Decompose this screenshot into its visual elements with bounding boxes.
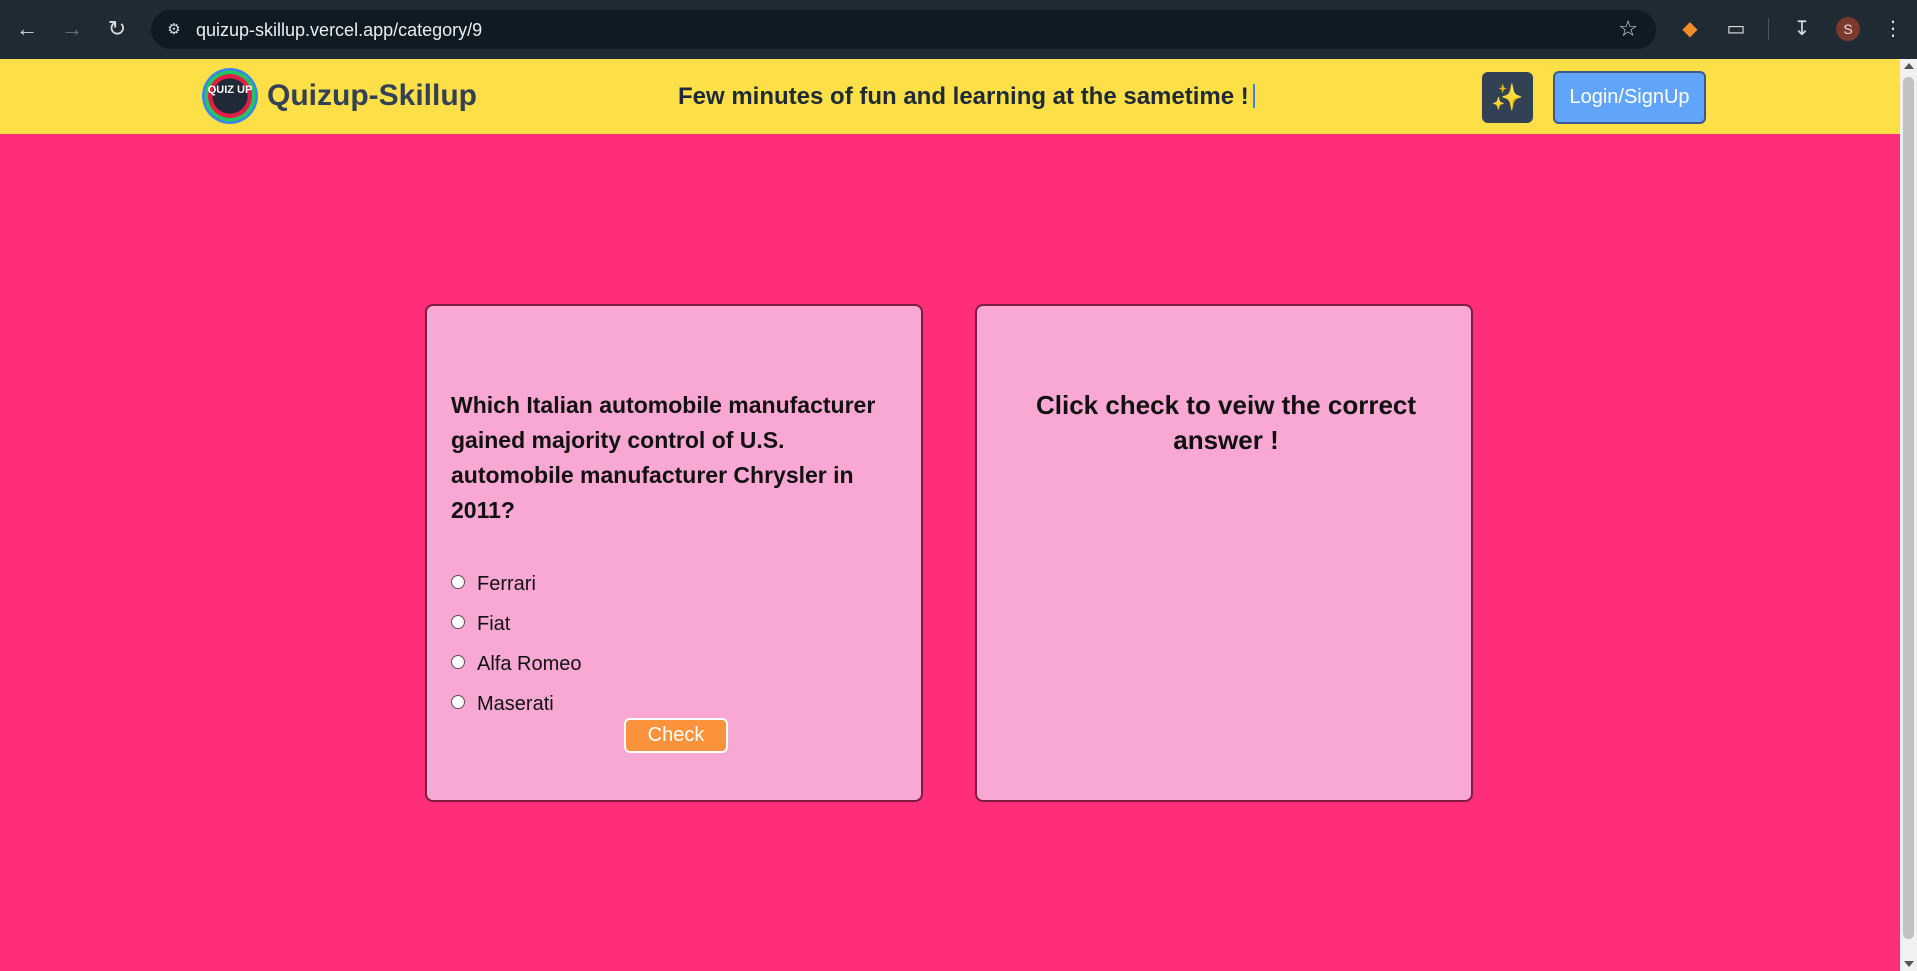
option-fiat[interactable]: Fiat (451, 604, 582, 644)
sparkle-button[interactable]: ✨ (1482, 72, 1533, 123)
sparkle-icon: ✨ (1491, 82, 1524, 112)
option-label[interactable]: Ferrari (477, 573, 536, 596)
option-label[interactable]: Alfa Romeo (477, 653, 582, 676)
question-text: Which Italian automobile manufacturer ga… (451, 392, 876, 523)
back-icon[interactable]: ← (12, 14, 42, 44)
answer-options: Ferrari Fiat Alfa Romeo Maserati (451, 564, 582, 724)
scroll-up-icon[interactable] (1904, 63, 1914, 69)
browser-toolbar: ← → ↻ ⚙ quizup-skillup.vercel.app/catego… (0, 0, 1917, 59)
page-scrollbar[interactable] (1900, 59, 1917, 971)
address-bar[interactable]: ⚙ quizup-skillup.vercel.app/category/9 ☆ (151, 10, 1656, 49)
answer-message: Click check to veiw the correct answer ! (1035, 390, 1417, 455)
brand-title[interactable]: Quizup-Skillup (267, 79, 477, 113)
radio-button[interactable] (451, 615, 465, 629)
option-maserati[interactable]: Maserati (451, 684, 582, 724)
reload-icon[interactable]: ↻ (102, 14, 132, 44)
quizup-logo-icon[interactable]: QUIZ UP (202, 68, 258, 124)
tagline: Few minutes of fun and learning at the s… (678, 83, 1255, 111)
typing-caret (1252, 84, 1255, 108)
forward-icon[interactable]: → (57, 14, 87, 44)
option-label[interactable]: Fiat (477, 613, 510, 636)
radio-button[interactable] (451, 575, 465, 589)
check-button[interactable]: Check (624, 718, 728, 753)
option-ferrari[interactable]: Ferrari (451, 564, 582, 604)
option-alfa-romeo[interactable]: Alfa Romeo (451, 644, 582, 684)
extensions-icon[interactable]: ▭ (1721, 14, 1751, 44)
metamask-fox-icon[interactable]: ◆ (1675, 14, 1705, 44)
radio-button[interactable] (451, 695, 465, 709)
login-signup-button[interactable]: Login/SignUp (1553, 71, 1706, 124)
question-card: Which Italian automobile manufacturer ga… (425, 304, 923, 802)
answer-card: Click check to veiw the correct answer ! (975, 304, 1473, 802)
scroll-down-icon[interactable] (1904, 961, 1914, 967)
profile-avatar[interactable]: S (1836, 17, 1860, 41)
toolbar-separator (1768, 18, 1769, 40)
option-label[interactable]: Maserati (477, 693, 554, 716)
url-text[interactable]: quizup-skillup.vercel.app/category/9 (196, 20, 482, 41)
radio-button[interactable] (451, 655, 465, 669)
bookmark-star-icon[interactable]: ☆ (1618, 16, 1638, 42)
menu-dots-icon[interactable]: ⋮ (1878, 14, 1908, 44)
site-settings-icon[interactable]: ⚙ (163, 19, 185, 41)
download-icon[interactable]: ↧ (1787, 14, 1817, 44)
site-header: QUIZ UP Quizup-Skillup Few minutes of fu… (0, 59, 1900, 134)
scroll-thumb[interactable] (1903, 77, 1914, 939)
